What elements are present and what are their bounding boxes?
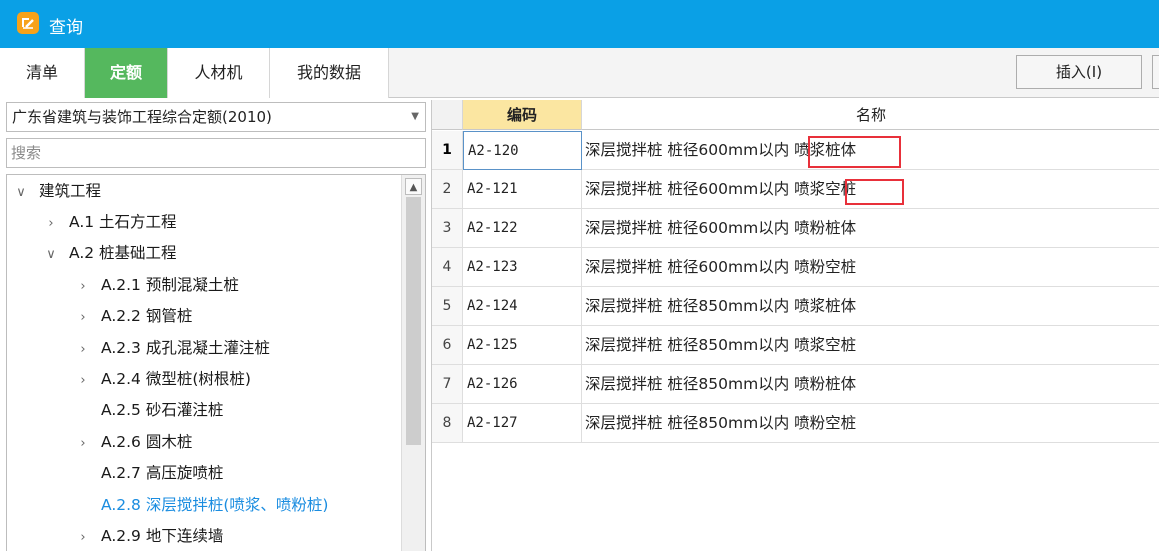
- row-number[interactable]: 6: [432, 326, 463, 365]
- tab-labor-material-machine[interactable]: 人材机: [168, 48, 270, 98]
- chevron-right-icon[interactable]: ›: [75, 365, 91, 396]
- tab-my-data[interactable]: 我的数据: [270, 48, 389, 98]
- tree-item[interactable]: › A.2.4 微型桩(树根桩): [75, 364, 251, 395]
- highlight-box: [845, 179, 904, 205]
- row-number[interactable]: 3: [432, 209, 463, 248]
- tree-item[interactable]: › A.2.1 预制混凝土桩: [75, 270, 238, 302]
- cell-code[interactable]: A2-120: [463, 131, 582, 170]
- cell-name[interactable]: 深层搅拌桩 桩径850mm以内 喷浆桩体: [582, 287, 1159, 326]
- chevron-right-icon[interactable]: ›: [75, 522, 91, 551]
- search-input[interactable]: [6, 138, 426, 168]
- quota-library-select[interactable]: 广东省建筑与装饰工程综合定额(2010) ▼: [6, 102, 426, 132]
- pen-icon: [17, 12, 39, 34]
- cell-code[interactable]: A2-124: [463, 287, 582, 326]
- tree-item[interactable]: ›A.2.7 高压旋喷桩: [75, 458, 223, 489]
- tree-item-selected[interactable]: ›A.2.8 深层搅拌桩(喷浆、喷粉桩): [75, 490, 328, 521]
- tree-item[interactable]: › A.2.9 地下连续墙: [75, 521, 223, 551]
- row-number[interactable]: 8: [432, 404, 463, 443]
- quota-grid: 编码 名称 1 A2-120 深层搅拌桩 桩径600mm以内 喷浆桩体 2 A2…: [431, 100, 1159, 551]
- chevron-right-icon[interactable]: ›: [43, 208, 59, 239]
- cell-name[interactable]: 深层搅拌桩 桩径850mm以内 喷粉桩体: [582, 365, 1159, 404]
- tree-item[interactable]: › A.1 土石方工程: [43, 207, 176, 239]
- chevron-right-icon[interactable]: ›: [75, 428, 91, 459]
- left-panel: 广东省建筑与装饰工程综合定额(2010) ▼ ∨建筑工程 ›A.1 土石方工程 …: [0, 98, 430, 551]
- header-row-number: [432, 100, 463, 130]
- insert-button[interactable]: 插入(I): [1016, 55, 1142, 89]
- tree-item[interactable]: ›A.2.5 砂石灌注桩: [75, 395, 223, 426]
- header-name[interactable]: 名称: [582, 100, 1159, 130]
- tree-item[interactable]: ∨ 建筑工程: [13, 176, 101, 207]
- tab-quota[interactable]: 定额: [85, 48, 168, 98]
- chevron-right-icon[interactable]: ›: [75, 271, 91, 302]
- title-bar: 查询: [0, 0, 1159, 48]
- tree-scrollbar[interactable]: ▲: [401, 175, 425, 551]
- quota-tree: ∨ 建筑工程 › A.1 土石方工程 ∨ A.2 桩基础工程 › A.2.1 预制混凝土…: [6, 174, 426, 551]
- row-number[interactable]: 2: [432, 170, 463, 209]
- tab-bar: 清单 定额 人材机 我的数据 插入(I): [0, 48, 1159, 98]
- cell-name[interactable]: 深层搅拌桩 桩径600mm以内 喷粉空桩: [582, 248, 1159, 287]
- chevron-down-icon[interactable]: ∨: [13, 177, 29, 208]
- cell-code[interactable]: A2-121: [463, 170, 582, 209]
- cell-code[interactable]: A2-127: [463, 404, 582, 443]
- row-number[interactable]: 5: [432, 287, 463, 326]
- header-code[interactable]: 编码: [463, 100, 582, 130]
- tree-item[interactable]: › A.2.3 成孔混凝土灌注桩: [75, 333, 269, 365]
- row-number[interactable]: 4: [432, 248, 463, 287]
- cell-name[interactable]: 深层搅拌桩 桩径850mm以内 喷浆空桩: [582, 326, 1159, 365]
- chevron-right-icon[interactable]: ›: [75, 302, 91, 333]
- tree-item[interactable]: › A.2.6 圆木桩: [75, 427, 192, 458]
- chevron-right-icon[interactable]: ›: [75, 334, 91, 365]
- row-number[interactable]: 7: [432, 365, 463, 404]
- tree-item[interactable]: ∨ A.2 桩基础工程: [43, 238, 176, 270]
- toolbar-extra-button[interactable]: [1152, 55, 1159, 89]
- scroll-up-icon[interactable]: ▲: [405, 178, 422, 195]
- cell-code[interactable]: A2-122: [463, 209, 582, 248]
- cell-code[interactable]: A2-123: [463, 248, 582, 287]
- highlight-box: [808, 136, 901, 168]
- dropdown-arrow-icon[interactable]: ▼: [411, 103, 419, 131]
- scroll-thumb[interactable]: [406, 197, 421, 445]
- cell-name[interactable]: 深层搅拌桩 桩径850mm以内 喷粉空桩: [582, 404, 1159, 443]
- cell-code[interactable]: A2-126: [463, 365, 582, 404]
- quota-library-value: 广东省建筑与装饰工程综合定额(2010): [12, 108, 272, 126]
- cell-name[interactable]: 深层搅拌桩 桩径600mm以内 喷粉桩体: [582, 209, 1159, 248]
- tree-item[interactable]: › A.2.2 钢管桩: [75, 301, 192, 332]
- window-title: 查询: [49, 18, 83, 38]
- row-number[interactable]: 1: [432, 131, 463, 170]
- tab-bill[interactable]: 清单: [0, 48, 85, 98]
- cell-code[interactable]: A2-125: [463, 326, 582, 365]
- chevron-down-icon[interactable]: ∨: [43, 239, 59, 270]
